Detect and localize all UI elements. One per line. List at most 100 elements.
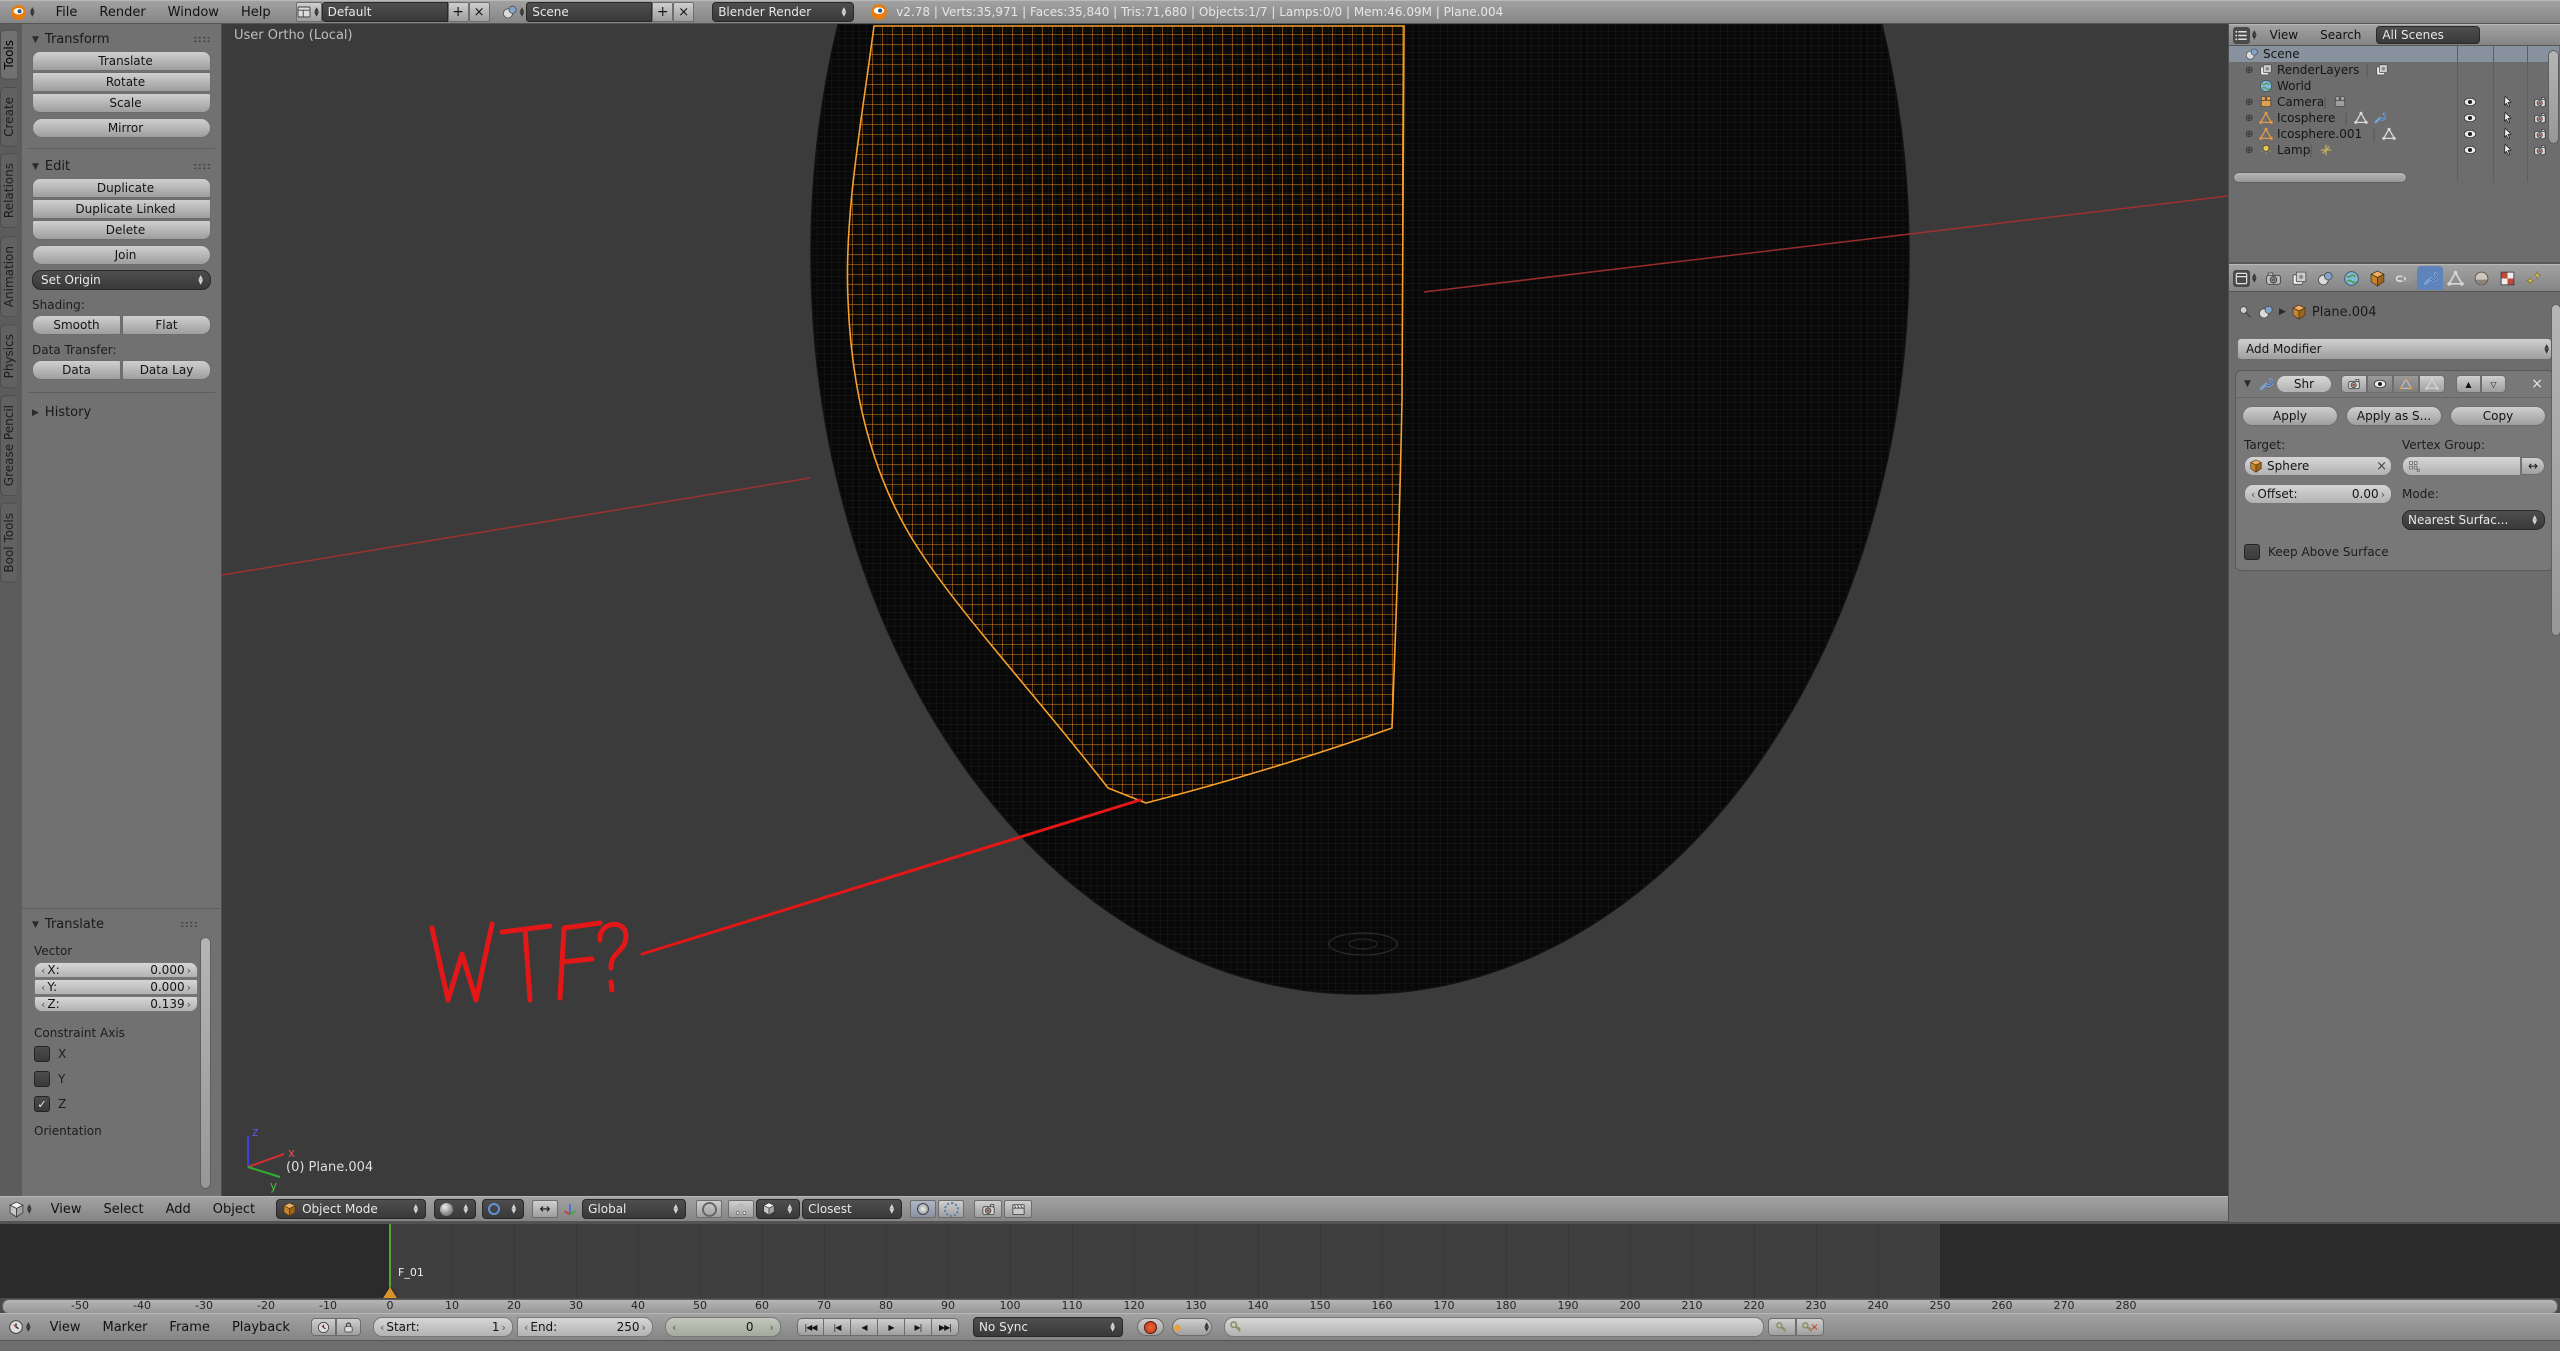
transform-panel-header[interactable]: ▼Transform — [32, 32, 211, 47]
increase-arrow[interactable]: › — [185, 998, 193, 1011]
frame-increase-arrow[interactable]: › — [768, 1321, 776, 1334]
apply-as-shapekey-button[interactable]: Apply as S... — [2346, 406, 2442, 426]
start-frame-field[interactable]: ‹ Start: 1 › — [373, 1317, 513, 1337]
target-clear-button[interactable]: × — [2376, 459, 2387, 474]
keying-set-field[interactable] — [1224, 1317, 1764, 1337]
apply-button[interactable]: Apply — [2242, 406, 2338, 426]
vector-field-y[interactable]: ‹Y:0.000› — [34, 979, 198, 995]
timeline-track[interactable]: F_01 — [0, 1224, 2560, 1298]
menu-file[interactable]: File — [45, 5, 89, 20]
properties-scrollbar[interactable] — [2551, 304, 2560, 636]
timeline-editor-selector[interactable]: ▲▼ — [8, 1319, 33, 1335]
shade-smooth-button[interactable]: Smooth — [32, 315, 121, 335]
join-button[interactable]: Join — [32, 245, 211, 265]
vertex-group-invert-button[interactable]: ↔ — [2521, 457, 2545, 475]
properties-tab-render[interactable] — [2261, 266, 2287, 290]
properties-tab-modifiers[interactable] — [2417, 266, 2443, 290]
panel-grip[interactable] — [193, 163, 211, 170]
menu-help[interactable]: Help — [230, 5, 282, 20]
playback-play-reverse[interactable]: ◀ — [851, 1318, 878, 1336]
layout-icon-button[interactable]: ▲▼ — [296, 2, 322, 22]
pivot-dropdown[interactable]: ▲▼ — [482, 1199, 524, 1219]
constraint-axis-checkbox-x[interactable] — [34, 1046, 50, 1062]
rotate-button[interactable]: Rotate — [32, 72, 211, 92]
time-indicator-button[interactable] — [311, 1318, 336, 1336]
add-modifier-dropdown[interactable]: Add Modifier ▲▼ — [2237, 338, 2552, 360]
selectability-toggle[interactable] — [2501, 95, 2514, 108]
proportional-edit-button[interactable] — [696, 1200, 722, 1218]
translate-button[interactable]: Translate — [32, 51, 211, 71]
vector-field-z[interactable]: ‹Z:0.139› — [34, 996, 198, 1012]
manipulate-centers-button[interactable] — [938, 1200, 964, 1218]
modifier-expand-toggle[interactable]: ▼ — [2244, 379, 2251, 389]
app-menu-button[interactable]: ▲▼ — [10, 4, 37, 21]
outliner-menu-search[interactable]: Search — [2309, 28, 2372, 42]
modifier-name-field[interactable]: Shr — [2276, 375, 2332, 393]
end-increase-arrow[interactable]: › — [640, 1321, 648, 1334]
orientation-dropdown[interactable]: Global ▲▼ — [582, 1199, 686, 1219]
viewport-menu-select[interactable]: Select — [92, 1202, 154, 1217]
viewport-menu-view[interactable]: View — [40, 1202, 93, 1217]
decrease-arrow[interactable]: ‹ — [39, 964, 47, 977]
increase-arrow[interactable]: › — [185, 981, 193, 994]
mirror-button[interactable]: Mirror — [32, 118, 211, 138]
vertex-group-field[interactable] — [2402, 456, 2521, 476]
panel-grip[interactable] — [193, 36, 211, 43]
expand-icon[interactable]: ⊕ — [2245, 145, 2253, 156]
timeline-ruler[interactable]: -50-40-30-20-100102030405060708090100110… — [0, 1298, 2560, 1313]
properties-tab-texture[interactable] — [2495, 266, 2521, 290]
viewport-menu-object[interactable]: Object — [202, 1202, 266, 1217]
end-frame-field[interactable]: ‹ End: 250 › — [517, 1317, 653, 1337]
pin-icon[interactable] — [2237, 304, 2253, 320]
scene-selector[interactable]: Scene — [526, 2, 652, 22]
target-field[interactable]: Sphere × — [2244, 456, 2392, 476]
layout-add-button[interactable]: + — [448, 2, 469, 22]
outliner-filter-dropdown[interactable]: All Scenes — [2376, 26, 2480, 44]
selectability-toggle[interactable] — [2501, 111, 2514, 124]
playback-jump-to-prev-keyframe[interactable]: |◀ — [824, 1318, 851, 1336]
snap-align-button[interactable] — [910, 1200, 936, 1218]
shelf-tab-create[interactable]: Create — [0, 87, 17, 147]
vector-field-x[interactable]: ‹X:0.000› — [34, 962, 198, 978]
scene-delete-button[interactable]: × — [673, 2, 694, 22]
properties-tab-object[interactable] — [2365, 266, 2391, 290]
properties-tab-layers[interactable] — [2287, 266, 2313, 290]
menu-render[interactable]: Render — [88, 5, 156, 20]
properties-tab-particles[interactable] — [2521, 266, 2547, 290]
expand-icon[interactable]: ⊕ — [2245, 113, 2253, 124]
expand-icon[interactable]: ⊕ — [2245, 97, 2253, 108]
increase-arrow[interactable]: › — [185, 964, 193, 977]
renderability-toggle[interactable] — [2533, 143, 2547, 157]
properties-editor-selector[interactable]: ▲▼ — [2233, 270, 2259, 287]
renderability-toggle[interactable] — [2533, 111, 2547, 125]
menu-window[interactable]: Window — [157, 5, 230, 20]
timeline-menu-playback[interactable]: Playback — [221, 1320, 301, 1335]
constraint-axis-checkbox-y[interactable] — [34, 1071, 50, 1087]
timeline-menu-frame[interactable]: Frame — [158, 1320, 221, 1335]
modifier-view-toggle[interactable] — [2367, 375, 2393, 393]
delete-keyframe-button[interactable]: × — [1796, 1318, 1824, 1336]
modifier-delete-button[interactable]: × — [2531, 376, 2543, 392]
scale-button[interactable]: Scale — [32, 93, 211, 113]
shade-flat-button[interactable]: Flat — [122, 315, 211, 335]
visibility-toggle[interactable] — [2463, 127, 2477, 141]
outliner-row-camera[interactable]: ⊕Camera| — [2229, 94, 2559, 110]
history-panel-header[interactable]: ▶History — [32, 405, 211, 420]
modifier-move-up-button[interactable]: ▲ — [2456, 375, 2481, 393]
lock-button[interactable] — [336, 1318, 361, 1336]
operator-panel-header[interactable]: ▼Translate — [32, 917, 212, 932]
outliner-row-icosphere[interactable]: ⊕Icosphere| — [2229, 110, 2559, 126]
record-button[interactable] — [1137, 1318, 1164, 1336]
insert-keyframe-button[interactable] — [1768, 1318, 1796, 1336]
constraint-axis-checkbox-z[interactable]: ✓ — [34, 1096, 50, 1112]
shelf-tab-tools[interactable]: Tools — [0, 30, 17, 80]
data-layout-button[interactable]: Data Lay — [122, 360, 211, 380]
properties-tab-scene[interactable] — [2313, 266, 2339, 290]
properties-tab-world[interactable] — [2339, 266, 2365, 290]
current-frame-field[interactable]: ‹ 0 › — [665, 1317, 781, 1337]
properties-tab-constraints[interactable] — [2391, 266, 2417, 290]
data-button[interactable]: Data — [32, 360, 121, 380]
offset-field[interactable]: ‹ Offset: 0.00 › — [2244, 484, 2392, 504]
snap-target-dropdown[interactable]: Closest ▲▼ — [802, 1199, 902, 1219]
edit-panel-header[interactable]: ▼Edit — [32, 159, 211, 174]
